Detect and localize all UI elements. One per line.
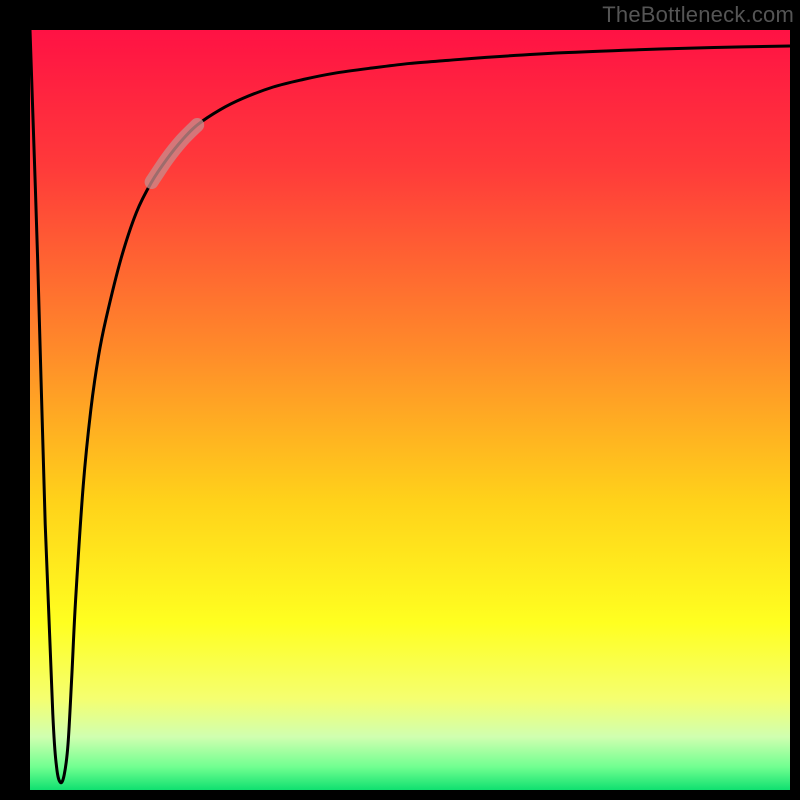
gradient-background	[30, 30, 790, 790]
watermark-text: TheBottleneck.com	[602, 2, 794, 28]
plot-area	[30, 30, 790, 790]
chart-frame: TheBottleneck.com	[0, 0, 800, 800]
bottleneck-chart	[30, 30, 790, 790]
